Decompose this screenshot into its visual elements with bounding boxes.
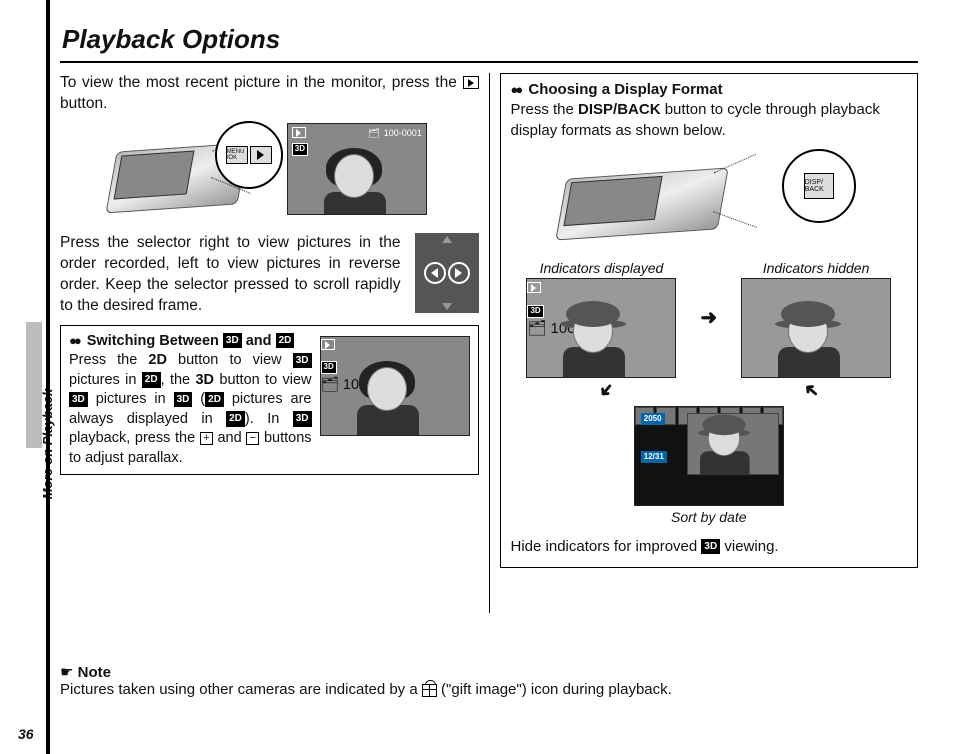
camera-illustration (562, 149, 772, 241)
selector-paragraph: Press the selector right to view picture… (60, 233, 479, 317)
frame-counter: 100-0001 (384, 127, 422, 156)
playback-icon (463, 76, 479, 89)
date-label: 12/31 (641, 451, 667, 464)
minus-button-icon: − (246, 432, 259, 445)
sample-photo-person (324, 148, 386, 215)
selector-left-icon (424, 262, 446, 284)
thumb-indicators-displayed: 3D 🗂 100-0001 (526, 278, 676, 378)
note-section: ☚ Note Pictures taken using other camera… (60, 663, 918, 698)
display-cycle-diagram: Indicators displayed 3D 🗂 100 (511, 259, 908, 527)
left-column: To view the most recent picture in the m… (60, 73, 479, 643)
pointing-hand-icon: ☚ (60, 663, 73, 681)
plus-button-icon: + (200, 432, 213, 445)
year-label: 2050 (641, 413, 665, 426)
thumb-sort-by-date: 2050 12/31 (634, 406, 784, 506)
protect-overlay-icon: 🗂 (321, 376, 339, 396)
playback-button-icon (250, 146, 272, 164)
note-body: Pictures taken using other cameras are i… (60, 681, 918, 698)
sample-photo-person (357, 361, 419, 429)
selector-right-icon (448, 262, 470, 284)
arrow-diag-right-icon: ➜ (798, 376, 825, 404)
label-indicators-displayed: Indicators displayed (511, 259, 693, 278)
page-title: Playback Options (60, 18, 918, 63)
figure-camera-playback: MENU /OK 3D 🗂 100-0001 (60, 123, 479, 215)
3d-overlay-badge: 3D (527, 305, 543, 318)
page-number: 36 (18, 726, 34, 742)
3d-badge-inline: 3D (701, 539, 720, 555)
gift-image-icon (422, 684, 437, 697)
box-footer-text: Hide indicators for improved 3D viewing. (511, 537, 908, 557)
protect-overlay-icon: 🗂 (527, 319, 546, 339)
figure-camera-dispback: DISP/ BACK (511, 149, 908, 241)
camera-illustration: MENU /OK (112, 123, 277, 215)
arrow-right-icon: ➜ (700, 305, 717, 332)
box-intro: Press the DISP/BACK button to cycle thro… (511, 100, 908, 141)
right-column: ●● Choosing a Display Format Press the D… (500, 73, 919, 643)
label-indicators-hidden: Indicators hidden (725, 259, 907, 278)
intro-paragraph: To view the most recent picture in the m… (60, 73, 479, 115)
menu-ok-button-icon: MENU /OK (226, 146, 248, 164)
box-lcd-preview: 3D 🗂 100-0001 (320, 336, 470, 436)
zoom-circle-buttons: MENU /OK (215, 121, 283, 189)
display-format-box: ●● Choosing a Display Format Press the D… (500, 73, 919, 568)
note-heading: ☚ Note (60, 663, 918, 681)
switching-2d-3d-box: ●● Switching Between 3D and 2D Press the… (60, 325, 479, 476)
bullets-icon: ●● (511, 82, 521, 97)
box-heading: ●● Choosing a Display Format (511, 80, 908, 100)
lcd-preview: 3D 🗂 100-0001 (287, 123, 427, 215)
page-content: Playback Options To view the most recent… (46, 0, 936, 754)
playback-overlay-icon (527, 282, 541, 293)
thumb-indicators-hidden (741, 278, 891, 378)
disp-back-button-icon: DISP/ BACK (804, 173, 834, 199)
playback-overlay-icon (292, 127, 306, 138)
3d-overlay-badge: 3D (321, 361, 337, 374)
zoom-circle-dispback: DISP/ BACK (782, 149, 856, 223)
box-heading: ●● Switching Between 3D and 2D (69, 332, 312, 352)
label-sort-by-date: Sort by date (511, 508, 908, 527)
arrow-diag-left-icon: ➜ (592, 376, 620, 403)
3d-overlay-badge: 3D (292, 143, 308, 156)
bullets-icon: ●● (69, 333, 79, 348)
column-separator (489, 73, 490, 613)
playback-overlay-icon (321, 339, 335, 350)
selector-dpad-illustration (415, 233, 479, 313)
